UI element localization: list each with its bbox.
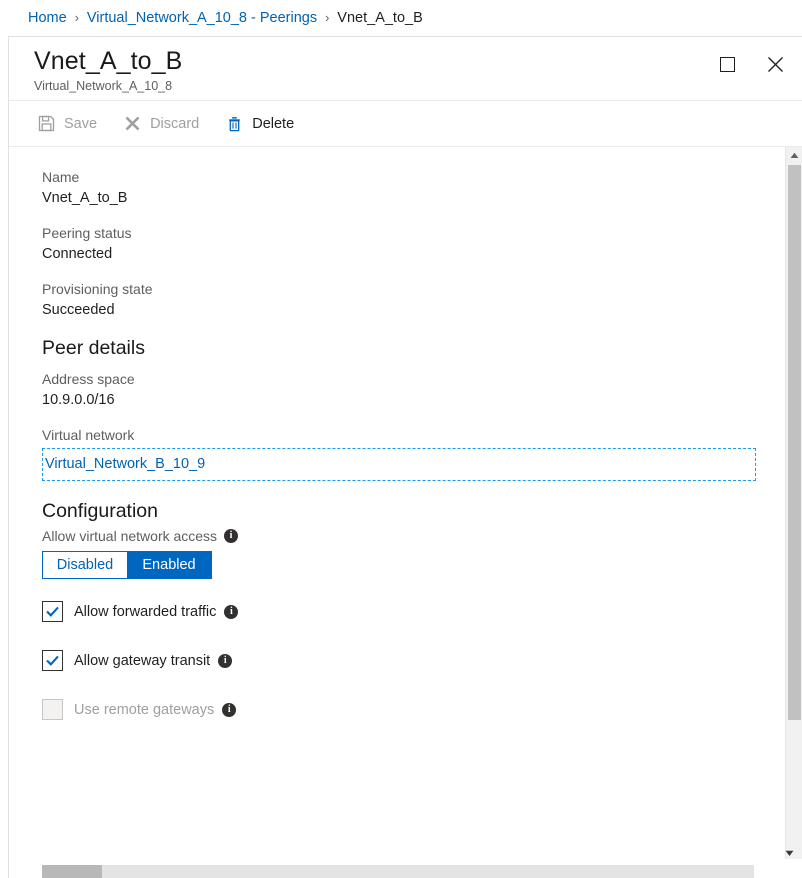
- chevron-down-icon: [785, 850, 794, 857]
- checkbox-row-forwarded-traffic: Allow forwarded traffic i: [42, 601, 785, 622]
- field-virtual-network: Virtual network Virtual_Network_B_10_9: [42, 427, 785, 481]
- allow-forwarded-traffic-label: Allow forwarded traffic: [74, 604, 216, 620]
- vnet-access-label: Allow virtual network access: [42, 528, 217, 544]
- info-icon[interactable]: i: [224, 605, 238, 619]
- info-icon[interactable]: i: [218, 654, 232, 668]
- scroll-up-arrow[interactable]: [786, 147, 802, 164]
- delete-label: Delete: [252, 116, 294, 132]
- peering-blade: Vnet_A_to_B Virtual_Network_A_10_8: [8, 36, 802, 878]
- close-icon: [767, 56, 784, 73]
- use-remote-gateways-checkbox: [42, 699, 63, 720]
- save-icon: [37, 115, 55, 133]
- chevron-up-icon: [790, 152, 799, 159]
- name-label: Name: [42, 169, 785, 185]
- allow-gateway-transit-label: Allow gateway transit: [74, 653, 210, 669]
- horizontal-scrollbar[interactable]: [42, 865, 754, 878]
- vertical-scrollbar[interactable]: [785, 147, 802, 859]
- vertical-scrollbar-thumb[interactable]: [788, 165, 801, 720]
- vnet-access-option-enabled[interactable]: Enabled: [127, 552, 211, 578]
- vnet-access-label-row: Allow virtual network access i: [42, 528, 785, 544]
- checkmark-icon: [45, 653, 60, 668]
- scroll-down-arrow[interactable]: [781, 845, 798, 862]
- peering-detail-content: Name Vnet_A_to_B Peering status Connecte…: [9, 147, 785, 859]
- breadcrumb-item-peerings[interactable]: Virtual_Network_A_10_8 - Peerings: [87, 10, 317, 26]
- maximize-icon: [720, 57, 735, 72]
- allow-forwarded-traffic-label-row: Allow forwarded traffic i: [74, 604, 238, 620]
- provisioning-state-label: Provisioning state: [42, 281, 785, 297]
- checkbox-row-remote-gateways: Use remote gateways i: [42, 699, 785, 720]
- peering-status-label: Peering status: [42, 225, 785, 241]
- name-value: Vnet_A_to_B: [42, 190, 785, 206]
- virtual-network-link-container[interactable]: Virtual_Network_B_10_9: [42, 448, 756, 481]
- delete-icon: [225, 115, 243, 133]
- save-button: Save: [37, 115, 97, 133]
- blade-header: Vnet_A_to_B Virtual_Network_A_10_8: [9, 37, 802, 101]
- checkmark-icon: [45, 604, 60, 619]
- info-icon[interactable]: i: [224, 529, 238, 543]
- configuration-heading: Configuration: [42, 500, 785, 523]
- peering-status-value: Connected: [42, 246, 785, 262]
- content-wrapper: Name Vnet_A_to_B Peering status Connecte…: [9, 147, 802, 859]
- use-remote-gateways-label-row: Use remote gateways i: [74, 702, 236, 718]
- allow-gateway-transit-label-row: Allow gateway transit i: [74, 653, 232, 669]
- checkbox-row-gateway-transit: Allow gateway transit i: [42, 650, 785, 671]
- allow-forwarded-traffic-checkbox[interactable]: [42, 601, 63, 622]
- provisioning-state-value: Succeeded: [42, 302, 785, 318]
- allow-gateway-transit-checkbox[interactable]: [42, 650, 63, 671]
- maximize-button[interactable]: [714, 51, 740, 77]
- vnet-access-option-disabled[interactable]: Disabled: [43, 552, 127, 578]
- delete-button[interactable]: Delete: [225, 115, 294, 133]
- close-button[interactable]: [762, 51, 788, 77]
- virtual-network-label: Virtual network: [42, 427, 785, 443]
- discard-label: Discard: [150, 116, 199, 132]
- page-subtitle: Virtual_Network_A_10_8: [34, 79, 802, 93]
- field-provisioning-state: Provisioning state Succeeded: [42, 281, 785, 318]
- horizontal-scrollbar-thumb[interactable]: [42, 865, 102, 878]
- virtual-network-link[interactable]: Virtual_Network_B_10_9: [45, 456, 205, 472]
- peer-details-heading: Peer details: [42, 337, 785, 360]
- save-label: Save: [64, 116, 97, 132]
- address-space-label: Address space: [42, 371, 785, 387]
- info-icon[interactable]: i: [222, 703, 236, 717]
- field-address-space: Address space 10.9.0.0/16: [42, 371, 785, 408]
- window-controls: [714, 51, 788, 77]
- breadcrumb-separator: ›: [325, 11, 329, 25]
- breadcrumb-item-current: Vnet_A_to_B: [337, 10, 422, 26]
- breadcrumb-item-home[interactable]: Home: [28, 10, 67, 26]
- discard-button: Discard: [123, 115, 199, 133]
- vnet-access-toggle[interactable]: Disabled Enabled: [42, 551, 212, 579]
- command-bar: Save Discard Delete: [9, 101, 802, 147]
- breadcrumb: Home › Virtual_Network_A_10_8 - Peerings…: [0, 0, 802, 36]
- discard-icon: [123, 115, 141, 133]
- use-remote-gateways-label: Use remote gateways: [74, 702, 214, 718]
- field-peering-status: Peering status Connected: [42, 225, 785, 262]
- breadcrumb-separator: ›: [75, 11, 79, 25]
- page-title: Vnet_A_to_B: [34, 47, 802, 76]
- horizontal-scrollbar-area: [9, 859, 802, 878]
- field-name: Name Vnet_A_to_B: [42, 169, 785, 206]
- address-space-value: 10.9.0.0/16: [42, 392, 785, 408]
